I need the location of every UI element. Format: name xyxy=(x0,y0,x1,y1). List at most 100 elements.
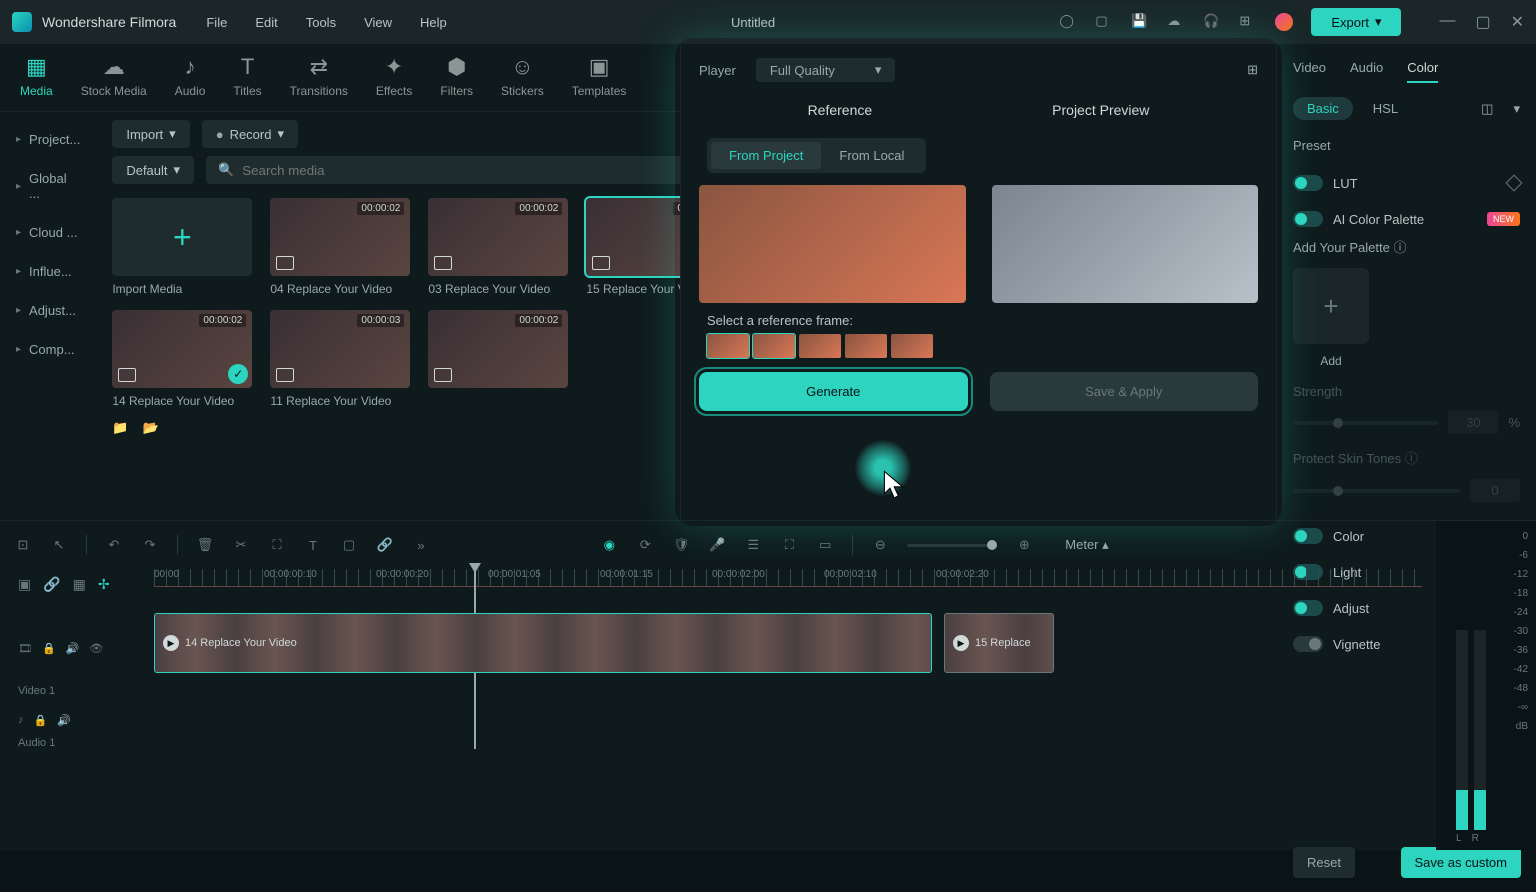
media-item-import[interactable]: +Import Media xyxy=(112,198,252,296)
undo-icon[interactable]: ↶ xyxy=(105,536,123,554)
text-icon[interactable]: T xyxy=(304,536,322,554)
protect-value[interactable]: 0 xyxy=(1470,479,1520,502)
lock-icon[interactable]: 🔒 xyxy=(34,714,48,727)
redo-icon[interactable]: ↷ xyxy=(141,536,159,554)
color-toggle[interactable] xyxy=(1293,528,1323,544)
chevron-down-icon[interactable]: ▾ xyxy=(1513,101,1520,117)
subtitle-icon[interactable]: ☰ xyxy=(744,536,762,554)
lock-icon[interactable]: 🔒 xyxy=(42,642,56,655)
lut-toggle[interactable] xyxy=(1293,175,1323,191)
reference-frame[interactable] xyxy=(753,334,795,358)
ai-icon[interactable]: ◉ xyxy=(600,536,618,554)
reference-frame[interactable] xyxy=(891,334,933,358)
generate-button[interactable]: Generate xyxy=(699,372,968,411)
tab-stickers[interactable]: ☺Stickers xyxy=(501,52,544,111)
timeline-ruler[interactable]: 00:00 00:00:00:10 00:00:00:20 00:00:01:0… xyxy=(154,569,1422,599)
record-button[interactable]: ●Record▾ xyxy=(202,120,298,148)
more-icon[interactable]: » xyxy=(412,536,430,554)
sidebar-item-compound[interactable]: Comp... xyxy=(0,330,96,369)
headphones-icon[interactable]: 🎧 xyxy=(1203,13,1221,31)
tab-media[interactable]: ▦Media xyxy=(20,52,53,111)
tab-audio[interactable]: Audio xyxy=(1350,54,1383,83)
screenshot-icon[interactable]: ⛶ xyxy=(780,536,798,554)
maximize-button[interactable]: ▢ xyxy=(1475,12,1490,32)
media-item[interactable]: 00:00:0204 Replace Your Video xyxy=(270,198,410,296)
track-link-icon[interactable]: 🔗 xyxy=(43,576,60,593)
media-item[interactable]: 00:00:0311 Replace Your Video xyxy=(270,310,410,408)
folder-icon[interactable]: 📁 xyxy=(112,420,128,436)
minimize-button[interactable]: — xyxy=(1439,12,1455,32)
apps-icon[interactable]: ⊞ xyxy=(1239,13,1257,31)
timeline-clip[interactable]: ▶ 15 Replace xyxy=(944,613,1054,673)
strength-slider[interactable] xyxy=(1293,421,1438,425)
track-group-icon[interactable]: ▦ xyxy=(73,576,86,593)
mic-icon[interactable]: 🎤 xyxy=(708,536,726,554)
menu-help[interactable]: Help xyxy=(420,15,447,30)
tab-color[interactable]: Color xyxy=(1407,54,1438,83)
sort-default-button[interactable]: Default▾ xyxy=(112,156,194,184)
save-custom-button[interactable]: Save as custom xyxy=(1401,847,1522,878)
zoom-in-icon[interactable]: ⊕ xyxy=(1015,536,1033,554)
reference-frame[interactable] xyxy=(707,334,749,358)
reference-frame[interactable] xyxy=(799,334,841,358)
selection-icon[interactable]: ⊡ xyxy=(14,536,32,554)
split-icon[interactable]: ✂ xyxy=(232,536,250,554)
avatar-icon[interactable] xyxy=(1275,13,1293,31)
delete-icon[interactable]: 🗑 xyxy=(196,536,214,554)
search-input[interactable]: 🔍 xyxy=(206,156,726,184)
audio-track-icon[interactable]: ♪ xyxy=(18,714,24,726)
save-icon[interactable]: 💾 xyxy=(1131,13,1149,31)
keyframe-icon[interactable] xyxy=(1506,175,1523,192)
cloud-icon[interactable]: ☁ xyxy=(1167,13,1185,31)
info-icon[interactable]: ⓘ xyxy=(1405,451,1418,466)
media-item[interactable]: 00:00:02 xyxy=(428,310,568,408)
menu-view[interactable]: View xyxy=(364,15,392,30)
subtab-hsl[interactable]: HSL xyxy=(1373,101,1398,116)
cursor-icon[interactable]: ↖ xyxy=(50,536,68,554)
video-track[interactable]: ▶ 14 Replace Your Video ▶ 15 Replace xyxy=(154,613,1422,683)
close-button[interactable]: ✕ xyxy=(1511,12,1524,32)
sidebar-item-adjust[interactable]: Adjust... xyxy=(0,291,96,330)
sync-icon[interactable]: ◯ xyxy=(1059,13,1077,31)
video-track-icon[interactable]: 🎞 xyxy=(18,642,32,655)
strength-value[interactable]: 30 xyxy=(1448,411,1498,434)
info-icon[interactable]: ⓘ xyxy=(1393,240,1406,255)
import-button[interactable]: Import▾ xyxy=(112,120,189,148)
media-item[interactable]: 00:00:02✓14 Replace Your Video xyxy=(112,310,252,408)
sidebar-item-global[interactable]: Global ... xyxy=(0,159,96,213)
mute-icon[interactable]: 🔊 xyxy=(66,642,80,655)
crop-icon[interactable]: ⛶ xyxy=(268,536,286,554)
tab-from-local[interactable]: From Local xyxy=(821,142,922,169)
menu-edit[interactable]: Edit xyxy=(255,15,277,30)
zoom-out-icon[interactable]: ⊖ xyxy=(871,536,889,554)
monitor-icon[interactable]: ▢ xyxy=(1095,13,1113,31)
protect-slider[interactable] xyxy=(1293,489,1460,493)
tab-titles[interactable]: TTitles xyxy=(233,52,261,111)
meter-button[interactable]: Meter ▴ xyxy=(1065,537,1108,553)
reference-frame[interactable] xyxy=(845,334,887,358)
zoom-slider[interactable] xyxy=(907,544,997,547)
reference-preview[interactable] xyxy=(699,185,966,303)
ai-palette-toggle[interactable] xyxy=(1293,211,1323,227)
tab-stock-media[interactable]: ☁Stock Media xyxy=(81,52,147,111)
timeline-clip[interactable]: ▶ 14 Replace Your Video xyxy=(154,613,932,673)
save-apply-button[interactable]: Save & Apply xyxy=(990,372,1259,411)
reset-button[interactable]: Reset xyxy=(1293,847,1355,878)
tab-filters[interactable]: ⬢Filters xyxy=(440,52,473,111)
compare-icon[interactable]: ◫ xyxy=(1481,101,1493,117)
visibility-icon[interactable]: 👁 xyxy=(89,642,103,655)
track-add-icon[interactable]: ▣ xyxy=(18,576,31,593)
export-button[interactable]: Export▾ xyxy=(1311,8,1401,36)
menu-file[interactable]: File xyxy=(206,15,227,30)
tab-transitions[interactable]: ⇄Transitions xyxy=(290,52,348,111)
quality-dropdown[interactable]: Full Quality▾ xyxy=(756,58,896,82)
sidebar-item-influencer[interactable]: Influe... xyxy=(0,252,96,291)
link-icon[interactable]: 🔗 xyxy=(376,536,394,554)
square-icon[interactable]: ▢ xyxy=(340,536,358,554)
layout-grid-icon[interactable]: ⊞ xyxy=(1247,62,1258,78)
subtab-basic[interactable]: Basic xyxy=(1293,97,1353,120)
loop-icon[interactable]: ⟳ xyxy=(636,536,654,554)
add-palette-button[interactable]: + xyxy=(1293,268,1369,344)
sidebar-item-project[interactable]: Project... xyxy=(0,120,96,159)
tab-from-project[interactable]: From Project xyxy=(711,142,821,169)
